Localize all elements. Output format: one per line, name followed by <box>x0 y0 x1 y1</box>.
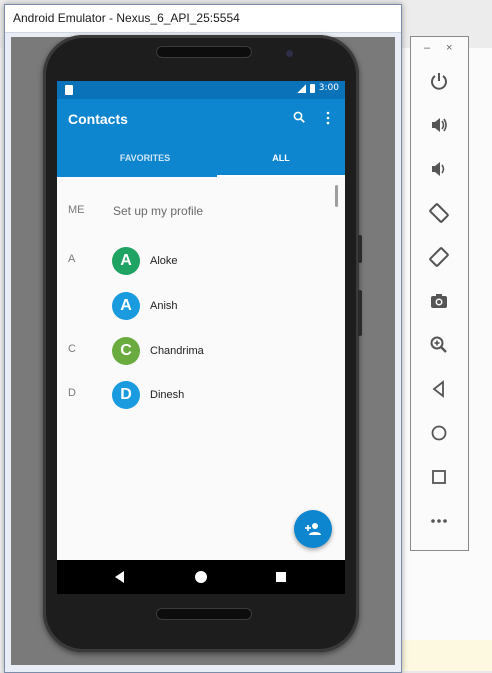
close-button[interactable]: × <box>446 42 452 54</box>
contact-row[interactable]: A A Aloke <box>57 241 345 281</box>
add-contact-button[interactable] <box>294 510 332 548</box>
tab-all[interactable]: ALL <box>209 139 345 177</box>
more-icon[interactable] <box>427 509 451 533</box>
camera-icon[interactable] <box>427 289 451 313</box>
contact-row[interactable]: D D Dinesh <box>57 375 345 415</box>
back-icon[interactable] <box>427 377 451 401</box>
more-options-icon[interactable] <box>325 111 331 125</box>
app-bar: Contacts <box>57 99 345 139</box>
avatar: A <box>112 247 140 275</box>
minimize-button[interactable]: – <box>424 42 430 54</box>
emulator-toolbar: – × <box>410 36 469 551</box>
app-title: Contacts <box>68 111 128 127</box>
volume-up-icon[interactable] <box>427 113 451 137</box>
battery-icon <box>309 83 315 93</box>
zoom-icon[interactable] <box>427 333 451 357</box>
status-bar: 3:00 <box>57 81 345 99</box>
section-letter-me: ME <box>68 204 85 216</box>
tab-bar: FAVORITES ALL <box>57 139 345 177</box>
nav-back-icon[interactable] <box>115 571 124 583</box>
avatar: D <box>112 381 140 409</box>
home-icon[interactable] <box>427 421 451 445</box>
section-letter: C <box>68 343 76 355</box>
contact-name: Aloke <box>150 255 178 267</box>
sd-card-icon <box>65 85 73 95</box>
contact-name: Dinesh <box>150 389 185 401</box>
window-title: Android Emulator - Nexus_6_API_25:5554 <box>13 11 240 25</box>
navigation-bar <box>57 560 345 594</box>
contact-row[interactable]: A Anish <box>57 286 345 326</box>
add-person-icon <box>305 523 321 535</box>
status-time: 3:00 <box>318 83 339 93</box>
side-power-button <box>358 235 362 263</box>
overview-icon[interactable] <box>427 465 451 489</box>
contact-name: Chandrima <box>150 345 204 357</box>
front-camera <box>286 50 293 57</box>
tab-favorites[interactable]: FAVORITES <box>73 139 217 177</box>
emulator-titlebar[interactable]: Android Emulator - Nexus_6_API_25:5554 <box>5 5 401 33</box>
profile-row[interactable]: ME Set up my profile <box>57 191 345 231</box>
nav-recents-icon[interactable] <box>276 572 286 582</box>
nav-home-icon[interactable] <box>195 571 207 583</box>
signal-icon <box>296 83 306 93</box>
contact-name: Anish <box>150 300 178 312</box>
contact-row[interactable]: C C Chandrima <box>57 331 345 371</box>
avatar: C <box>112 337 140 365</box>
status-icons: 3:00 <box>296 83 339 93</box>
speaker-grill-top <box>156 46 252 58</box>
side-volume-button <box>358 290 362 336</box>
rotate-left-icon[interactable] <box>427 201 451 225</box>
setup-profile-label: Set up my profile <box>113 204 204 218</box>
speaker-grill-bottom <box>156 608 252 620</box>
search-icon[interactable] <box>293 111 305 123</box>
rotate-right-icon[interactable] <box>427 245 451 269</box>
section-letter: A <box>68 253 76 265</box>
volume-down-icon[interactable] <box>427 157 451 181</box>
avatar: A <box>112 292 140 320</box>
power-icon[interactable] <box>427 69 451 93</box>
section-letter: D <box>68 387 76 399</box>
ide-highlight-line <box>398 640 492 671</box>
